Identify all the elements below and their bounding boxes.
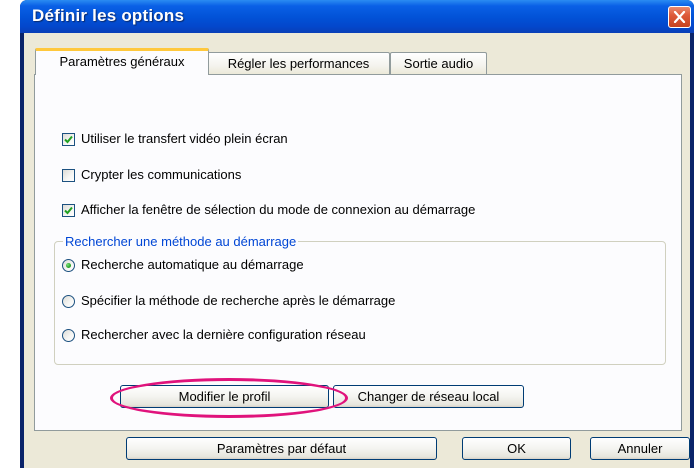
title-bar[interactable]: Définir les options	[20, 0, 694, 33]
checkmark-icon	[64, 135, 73, 144]
ok-button[interactable]: OK	[462, 437, 571, 460]
dialog-title: Définir les options	[32, 6, 185, 25]
search-method-group-title: Rechercher une méthode au démarrage	[63, 234, 299, 249]
close-x-icon	[673, 11, 686, 23]
fullscreen-checkbox[interactable]	[62, 133, 75, 146]
encrypt-checkbox[interactable]	[62, 169, 75, 182]
options-dialog: Définir les options Paramètres généraux …	[20, 0, 694, 468]
specify-method-radio[interactable]	[62, 295, 75, 308]
modify-profile-button[interactable]: Modifier le profil	[120, 385, 329, 408]
show-connection-label: Afficher la fenêtre de sélection du mode…	[81, 202, 476, 217]
default-settings-button[interactable]: Paramètres par défaut	[126, 437, 437, 460]
radio-selected-dot	[66, 263, 71, 268]
checkmark-icon	[64, 206, 73, 215]
change-network-button[interactable]: Changer de réseau local	[333, 385, 524, 408]
tab-general-settings[interactable]: Paramètres généraux	[35, 48, 209, 75]
last-config-label: Rechercher avec la dernière configuratio…	[81, 327, 366, 342]
cancel-button[interactable]: Annuler	[590, 437, 690, 460]
tab-performance[interactable]: Régler les performances	[207, 52, 390, 74]
specify-method-label: Spécifier la méthode de recherche après …	[81, 293, 396, 308]
fullscreen-label: Utiliser le transfert vidéo plein écran	[81, 131, 288, 146]
auto-search-label: Recherche automatique au démarrage	[81, 257, 304, 272]
tab-audio-output[interactable]: Sortie audio	[390, 52, 487, 74]
show-connection-checkbox[interactable]	[62, 204, 75, 217]
auto-search-radio[interactable]	[62, 259, 75, 272]
encrypt-label: Crypter les communications	[81, 167, 242, 182]
dialog-body: Paramètres généraux Régler les performan…	[24, 33, 690, 468]
general-settings-panel: Utiliser le transfert vidéo plein écran …	[34, 74, 682, 431]
last-config-radio[interactable]	[62, 329, 75, 342]
close-button[interactable]	[668, 6, 691, 28]
